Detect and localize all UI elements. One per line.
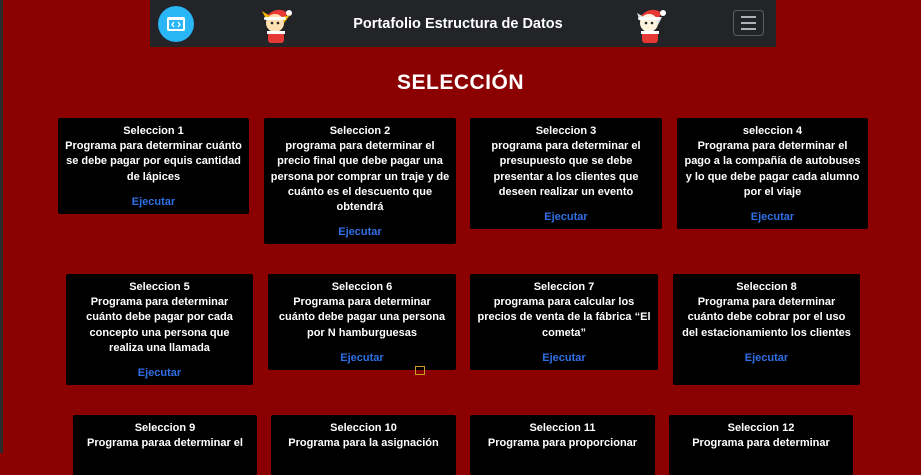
- navbar: Portafolio Estructura de Datos: [150, 0, 776, 47]
- menu-bar: [741, 28, 756, 30]
- menu-bar: [741, 22, 756, 24]
- menu-bar: [741, 16, 756, 18]
- card-title: Seleccion 10: [330, 422, 397, 434]
- card-title: Seleccion 12: [727, 422, 795, 434]
- card-seleccion-11: Seleccion 11 Programa para proporcionar: [470, 415, 655, 475]
- card-description: programa para calcular los precios de ve…: [477, 296, 651, 339]
- ejecutar-link[interactable]: Ejecutar: [751, 210, 794, 225]
- page-title: SELECCIÓN: [396, 71, 524, 94]
- card-description: Programa para determinar cuánto debe pag…: [278, 296, 446, 339]
- card-title: Seleccion 8: [736, 281, 797, 293]
- card-title: Seleccion 1: [123, 125, 184, 137]
- window-left-edge: [0, 0, 3, 453]
- card-title: Seleccion 3: [535, 125, 597, 137]
- card-description: Programa paraa determinar el: [87, 437, 243, 450]
- card-title: seleccion 4: [742, 125, 803, 137]
- card-seleccion-1: Seleccion 1 Programa para determinar cuá…: [58, 118, 249, 214]
- card-description: Programa para determinar: [692, 437, 830, 450]
- ejecutar-link[interactable]: Ejecutar: [132, 195, 175, 210]
- code-window-icon[interactable]: [158, 6, 194, 42]
- card-title: Seleccion 7: [533, 281, 595, 293]
- card-seleccion-12: Seleccion 12 Programa para determinar: [669, 415, 853, 475]
- card-title: Seleccion 11: [529, 422, 596, 434]
- card-seleccion-8: Seleccion 8 Programa para determinar cuá…: [673, 274, 860, 385]
- ejecutar-link[interactable]: Ejecutar: [745, 351, 788, 366]
- card-title: Seleccion 9: [134, 422, 196, 434]
- card-title: Seleccion 5: [129, 281, 190, 293]
- ejecutar-link[interactable]: Ejecutar: [138, 366, 181, 381]
- hamburger-menu-icon[interactable]: [733, 10, 764, 36]
- card-description: Programa para determinar el pago a la co…: [684, 140, 861, 198]
- card-seleccion-6: Seleccion 6 Programa para determinar cuá…: [268, 274, 456, 370]
- card-title: Seleccion 6: [331, 281, 393, 293]
- card-description: Programa para determinar cuánto debe pag…: [86, 296, 233, 354]
- ejecutar-link[interactable]: Ejecutar: [338, 225, 381, 240]
- card-seleccion-2: Seleccion 2 programa para determinar el …: [264, 118, 456, 244]
- card-seleccion-10: Seleccion 10 Programa para la asignación: [271, 415, 456, 475]
- card-title: Seleccion 2: [329, 125, 391, 137]
- chibi-santa-mascot-icon: [630, 3, 670, 45]
- card-seleccion-9: Seleccion 9 Programa paraa determinar el: [73, 415, 257, 475]
- card-description: Programa para determinar cuánto se debe …: [65, 140, 242, 183]
- navbar-title[interactable]: Portafolio Estructura de Datos: [315, 0, 601, 47]
- card-description: Programa para determinar cuánto debe cob…: [682, 296, 851, 339]
- ejecutar-link[interactable]: Ejecutar: [542, 351, 585, 366]
- card-seleccion-3: Seleccion 3 programa para determinar el …: [470, 118, 662, 229]
- chibi-santa-mascot-icon: [256, 3, 296, 45]
- ejecutar-link[interactable]: Ejecutar: [340, 351, 383, 366]
- ejecutar-link[interactable]: Ejecutar: [544, 210, 587, 225]
- selection-marker: [415, 366, 425, 375]
- card-description: Programa para proporcionar: [487, 437, 638, 450]
- card-description: programa para determinar el presupuesto …: [491, 140, 641, 198]
- card-seleccion-4: seleccion 4 Programa para determinar el …: [677, 118, 868, 229]
- card-description: Programa para la asignación: [288, 437, 439, 450]
- card-seleccion-7: Seleccion 7 programa para calcular los p…: [470, 274, 658, 370]
- card-description: programa para determinar el precio final…: [270, 140, 450, 214]
- card-seleccion-5: Seleccion 5 Programa para determinar cuá…: [66, 274, 253, 385]
